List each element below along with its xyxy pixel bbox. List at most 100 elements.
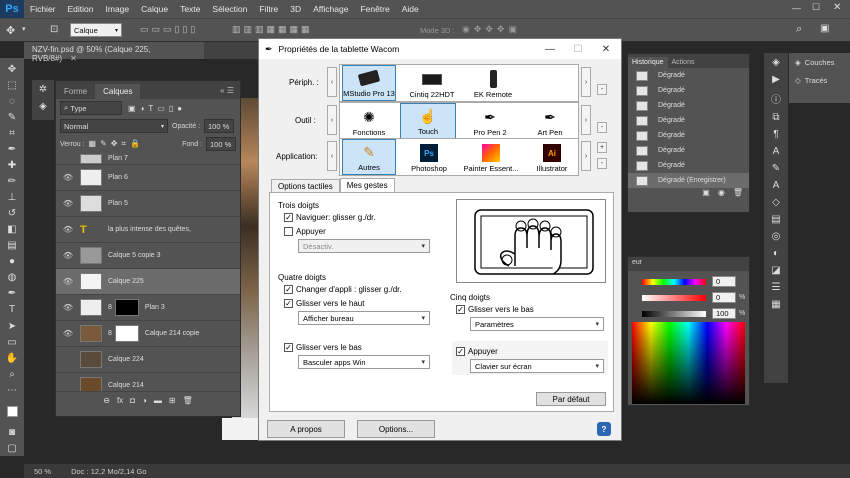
layer-row[interactable]: Plan 7 [56, 153, 240, 165]
maximize-window-icon[interactable]: ☐ [812, 2, 820, 13]
peripheral-item-ek-remote[interactable]: EK Remote [466, 65, 520, 101]
help-button[interactable]: ? [597, 422, 611, 436]
scroll-left-button[interactable]: ‹ [327, 141, 337, 171]
properties-icon[interactable]: ▤ [771, 214, 780, 225]
brush-presets-icon[interactable]: ✲ [32, 84, 54, 95]
type-tool-icon[interactable]: T [4, 303, 20, 317]
swipe-up-checkbox[interactable]: ✓ Glisser vers le haut [284, 299, 364, 308]
menu-edition[interactable]: Edition [62, 4, 100, 14]
switch-app-checkbox[interactable]: ✓ Changer d'appli : glisser g./dr. [284, 285, 402, 294]
layer-row[interactable]: Calque 224 [56, 347, 240, 373]
collapse-panel-icon[interactable]: « ☰ [220, 86, 234, 95]
brush-tool-icon[interactable]: ✏ [4, 174, 20, 188]
menu-aide[interactable]: Aide [396, 4, 425, 14]
move-tool-icon[interactable]: ✥ [6, 24, 15, 37]
tool-preset-chevron-icon[interactable]: ▾ [22, 25, 26, 33]
swipe-up-select[interactable]: Afficher bureau ▾ [298, 311, 430, 325]
link-layers-icon[interactable]: ⊖ [103, 396, 110, 405]
adjustment-layer-icon[interactable]: ◑ [142, 396, 147, 405]
dodge-tool-icon[interactable]: ◍ [4, 271, 20, 285]
app-item-autres[interactable]: ✎ Autres [342, 139, 396, 175]
new-layer-icon[interactable]: ⊞ [169, 396, 176, 405]
layer-row[interactable]: 👁 Plan 5 [56, 191, 240, 217]
fx-icon[interactable]: fx [117, 396, 123, 405]
character-icon[interactable]: A [773, 146, 780, 157]
auto-select-icon[interactable]: ⊡ [50, 24, 58, 35]
app-item-photoshop[interactable]: Ps Photoshop [402, 139, 456, 175]
extra-tools-icon[interactable]: ⋯ [4, 383, 20, 397]
tab-forme[interactable]: Forme [56, 84, 95, 99]
layer-row[interactable]: 👁 Calque 5 copie 3 [56, 243, 240, 269]
lasso-tool-icon[interactable]: ◌ [4, 94, 20, 108]
menu-fenetre[interactable]: Fenêtre [354, 4, 395, 14]
remove-tool-button[interactable]: - [597, 122, 607, 133]
3d-cube-icon[interactable]: ◇ [772, 197, 780, 208]
minimize-icon[interactable]: — [539, 39, 561, 59]
workspace-icon[interactable]: ▣ [820, 23, 829, 34]
quick-select-tool-icon[interactable]: ✎ [4, 110, 20, 124]
close-window-icon[interactable]: ✕ [833, 2, 841, 13]
play-icon[interactable]: ▶ [772, 74, 780, 85]
crop-tool-icon[interactable]: ⌗ [4, 126, 20, 140]
tab-options-tactiles[interactable]: Options tactiles [271, 179, 340, 193]
new-group-icon[interactable]: ▬ [154, 396, 162, 405]
document-tab[interactable]: NZV-fin.psd @ 50% (Calque 225, RVB/8#) ✕ [24, 42, 204, 63]
tool-item-art-pen[interactable]: ✒ Art Pen [522, 103, 578, 139]
color-swatches-icon[interactable] [4, 399, 20, 423]
layer-row[interactable]: Calque 214 [56, 373, 240, 391]
visibility-eye-icon[interactable]: 👁 [56, 277, 80, 286]
distribute-icons[interactable]: ▥▥▥▦▦▦▦ [232, 24, 313, 35]
visibility-eye-icon[interactable]: 👁 [56, 303, 80, 312]
trash-icon[interactable]: 🗑 [183, 396, 193, 405]
add-mask-icon[interactable]: ◘ [130, 396, 135, 405]
layer-filter-dropdown[interactable]: ⌕ Type [60, 101, 122, 115]
menu-texte[interactable]: Texte [174, 4, 206, 14]
about-button[interactable]: A propos [267, 420, 345, 438]
zoom-level[interactable]: 50 % [34, 467, 51, 476]
quick-mask-icon[interactable]: ◙ [4, 426, 20, 440]
swatches-icon[interactable]: ▦ [771, 299, 780, 310]
scroll-left-button[interactable]: ‹ [327, 67, 337, 97]
scroll-right-button[interactable]: › [581, 67, 591, 97]
swipe-down-four-checkbox[interactable]: ✓ Glisser vers le bas [284, 343, 362, 352]
minimize-window-icon[interactable]: — [792, 3, 801, 13]
lock-icons[interactable]: ▦✎✥⌗🔒 [89, 139, 144, 149]
clone-source-icon[interactable]: ⧉ [772, 112, 779, 123]
search-icon[interactable]: ⌕ [796, 23, 802, 36]
navigate-checkbox[interactable]: ✓ Naviguer: glisser g./dr. [284, 213, 376, 222]
3d-tools-icons[interactable]: ◉✥✥✥▣ [462, 24, 521, 35]
history-brush-tool-icon[interactable]: ↺ [4, 207, 20, 221]
menu-calque[interactable]: Calque [135, 4, 174, 14]
swipe-down-four-select[interactable]: Basculer apps Win ▾ [298, 355, 430, 369]
pen-tool-icon[interactable]: ✒ [4, 287, 20, 301]
styles-icon[interactable]: ◪ [771, 265, 780, 276]
eyedropper-tool-icon[interactable]: ✒ [4, 142, 20, 156]
history-item[interactable]: Dégradé [628, 143, 749, 158]
layer-row[interactable]: 👁 8 Calque 214 copie [56, 321, 240, 347]
swipe-down-five-checkbox[interactable]: ✓ Glisser vers le bas [456, 305, 534, 314]
history-item[interactable]: Dégradé [628, 113, 749, 128]
glyphs-icon[interactable]: A [773, 180, 780, 191]
tool-item-pro-pen-2[interactable]: ✒ Pro Pen 2 [462, 103, 518, 139]
shape-tool-icon[interactable]: ▭ [4, 335, 20, 349]
app-item-illustrator[interactable]: Ai Illustrator [526, 139, 578, 175]
maximize-icon[interactable]: ☐ [567, 39, 589, 59]
sliders-icon[interactable]: ☰ [772, 282, 781, 293]
layer-row[interactable]: 👁 Plan 6 [56, 165, 240, 191]
tab-actions[interactable]: Actions [668, 57, 699, 68]
paragraph-icon[interactable]: ¶ [773, 129, 778, 140]
path-select-tool-icon[interactable]: ➤ [4, 319, 20, 333]
menu-3d[interactable]: 3D [284, 4, 307, 14]
stamp-tool-icon[interactable]: ⊥ [4, 191, 20, 205]
add-application-button[interactable]: + [597, 142, 607, 153]
menu-filtre[interactable]: Filtre [253, 4, 284, 14]
healing-tool-icon[interactable]: ✚ [4, 158, 20, 172]
tool-item-fonctions[interactable]: ✺ Fonctions [342, 103, 396, 139]
blur-tool-icon[interactable]: ● [4, 255, 20, 269]
libraries-icon[interactable]: ◎ [772, 231, 781, 242]
move-tool-icon[interactable]: ✥ [4, 62, 20, 76]
auto-select-dropdown[interactable]: Calque ▾ [70, 23, 122, 37]
app-item-painter[interactable]: Painter Essent... [460, 139, 522, 175]
close-tab-icon[interactable]: ✕ [70, 54, 77, 63]
layer-row[interactable]: 👁 8 Plan 3 [56, 295, 240, 321]
